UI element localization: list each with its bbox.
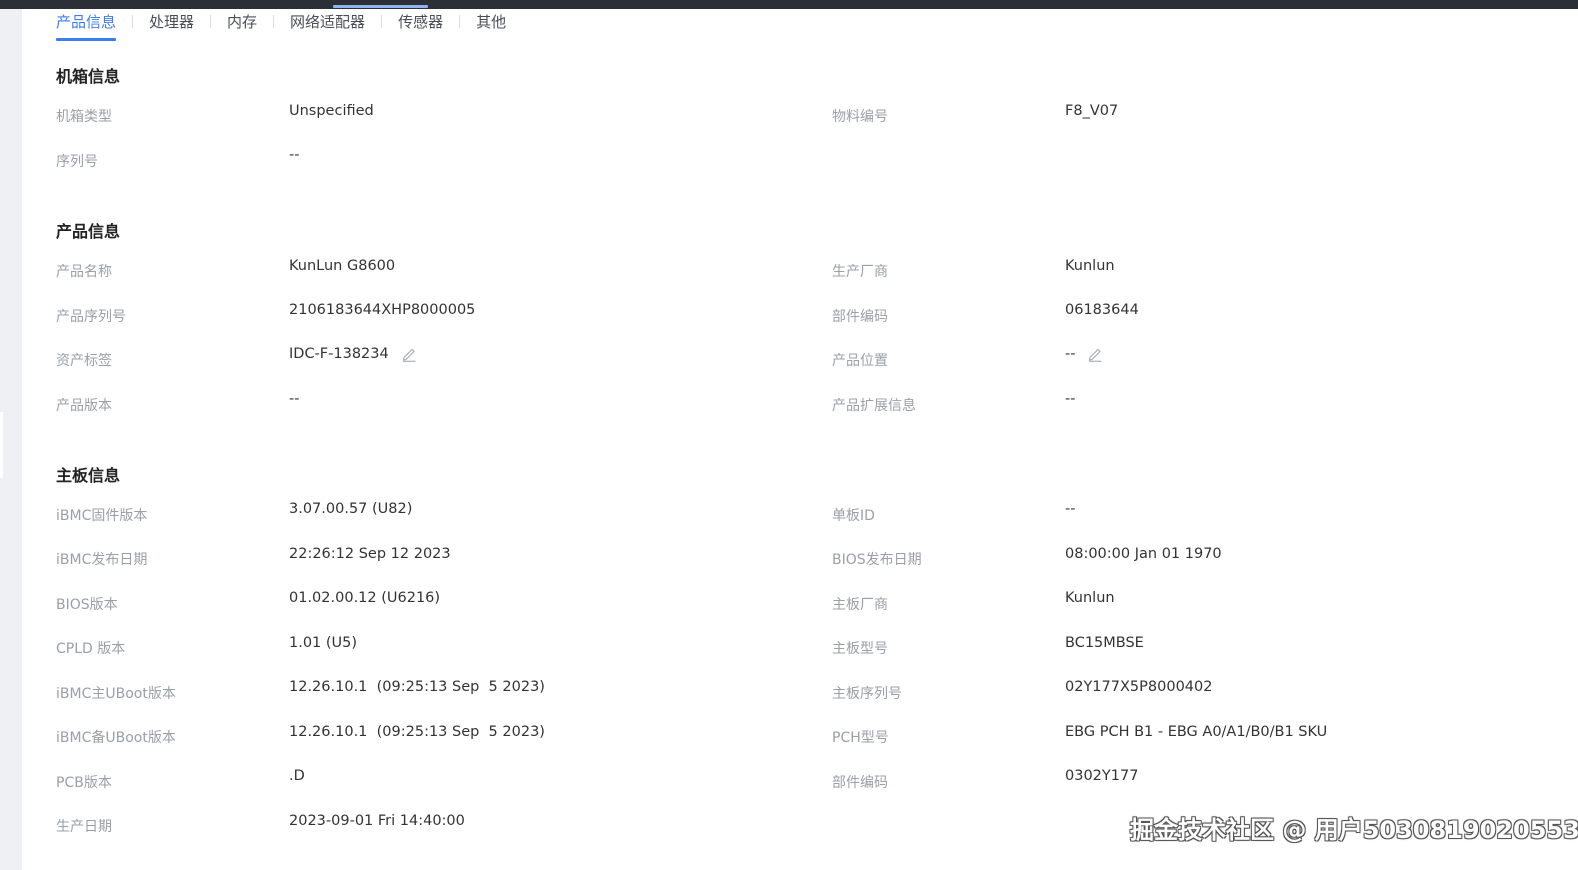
section-title-chassis: 机箱信息 (56, 67, 121, 86)
window-top-bar (0, 0, 1578, 9)
bios-date-label: BIOS发布日期 (832, 552, 922, 568)
section-title-board: 主板信息 (56, 466, 121, 485)
pcb-version-value: .D (289, 768, 305, 784)
ibmc-fw-value: 3.07.00.57 (U82) (289, 501, 413, 517)
ibmc-date-label: iBMC发布日期 (56, 552, 148, 568)
chassis-type-value: Unspecified (289, 103, 374, 119)
tab-other[interactable]: 其他 (476, 9, 506, 39)
cpld-version-label: CPLD 版本 (56, 641, 126, 657)
left-gutter (0, 9, 22, 870)
pencil-edit-icon[interactable] (1087, 346, 1103, 362)
part-no-label: 部件编码 (832, 309, 888, 325)
product-name-value: KunLun G8600 (289, 258, 396, 274)
location-label: 产品位置 (832, 353, 888, 369)
uboot-backup-label: iBMC备UBoot版本 (56, 730, 176, 746)
tab-network-adapter[interactable]: 网络适配器 (290, 9, 365, 39)
pch-model-value: EBG PCH B1 - EBG A0/A1/B0/B1 SKU (1065, 724, 1328, 740)
sidebar-collapse-handle[interactable] (0, 412, 3, 478)
tab-separator (459, 15, 461, 28)
chassis-type-label: 机箱类型 (56, 109, 112, 125)
chassis-serial-value: -- (289, 147, 300, 163)
asset-tag-label: 资产标签 (56, 353, 112, 369)
location-value: -- (1065, 346, 1103, 362)
board-part-no-value: 0302Y177 (1065, 768, 1139, 784)
pch-model-label: PCH型号 (832, 730, 889, 746)
board-serial-value: 02Y177X5P8000402 (1065, 679, 1213, 695)
board-model-label: 主板型号 (832, 641, 888, 657)
bios-version-value: 01.02.00.12 (U6216) (289, 590, 441, 606)
material-no-label: 物料编号 (832, 109, 888, 125)
asset-tag-value: IDC-F-138234 (289, 346, 417, 362)
pencil-edit-icon[interactable] (401, 346, 417, 362)
tab-separator (210, 15, 212, 28)
section-title-product: 产品信息 (56, 222, 121, 241)
manufacturer-value: Kunlun (1065, 258, 1115, 274)
board-vendor-value: Kunlun (1065, 590, 1115, 606)
ibmc-fw-label: iBMC固件版本 (56, 508, 148, 524)
bios-date-value: 08:00:00 Jan 01 1970 (1065, 546, 1222, 562)
tab-separator (381, 15, 383, 28)
ext-info-value: -- (1065, 391, 1076, 407)
tab-separator (273, 15, 275, 28)
product-version-value: -- (289, 391, 300, 407)
tab-separator (132, 15, 134, 28)
tab-sensor[interactable]: 传感器 (398, 9, 443, 39)
chassis-serial-label: 序列号 (56, 154, 98, 170)
board-id-value: -- (1065, 501, 1076, 517)
uboot-backup-value: 12.26.10.1 (09:25:13 Sep 5 2023) (289, 724, 545, 740)
tab-bar: 产品信息 处理器 内存 网络适配器 传感器 其他 (56, 9, 506, 41)
ext-info-label: 产品扩展信息 (832, 398, 916, 414)
pcb-version-label: PCB版本 (56, 775, 112, 791)
material-no-value: F8_V07 (1065, 103, 1119, 119)
bios-version-label: BIOS版本 (56, 597, 118, 613)
product-serial-value: 2106183644XHP8000005 (289, 302, 476, 318)
board-serial-label: 主板序列号 (832, 686, 902, 702)
board-vendor-label: 主板厂商 (832, 597, 888, 613)
cpld-version-value: 1.01 (U5) (289, 635, 358, 651)
mfg-date-value: 2023-09-01 Fri 14:40:00 (289, 813, 465, 829)
product-name-label: 产品名称 (56, 264, 112, 280)
board-model-value: BC15MBSE (1065, 635, 1144, 651)
part-no-value: 06183644 (1065, 302, 1139, 318)
tab-product-info[interactable]: 产品信息 (56, 9, 117, 41)
board-part-no-label: 部件编码 (832, 775, 888, 791)
scroll-indicator (333, 5, 428, 8)
product-serial-label: 产品序列号 (56, 309, 126, 325)
board-id-label: 单板ID (832, 508, 875, 524)
mfg-date-label: 生产日期 (56, 819, 112, 835)
manufacturer-label: 生产厂商 (832, 264, 888, 280)
uboot-main-value: 12.26.10.1 (09:25:13 Sep 5 2023) (289, 679, 545, 695)
uboot-main-label: iBMC主UBoot版本 (56, 686, 176, 702)
watermark: 掘金技术社区 @ 用户5030819020553 (1130, 816, 1578, 844)
product-version-label: 产品版本 (56, 398, 112, 414)
tab-memory[interactable]: 内存 (227, 9, 257, 39)
tab-processor[interactable]: 处理器 (149, 9, 194, 39)
ibmc-date-value: 22:26:12 Sep 12 2023 (289, 546, 451, 562)
